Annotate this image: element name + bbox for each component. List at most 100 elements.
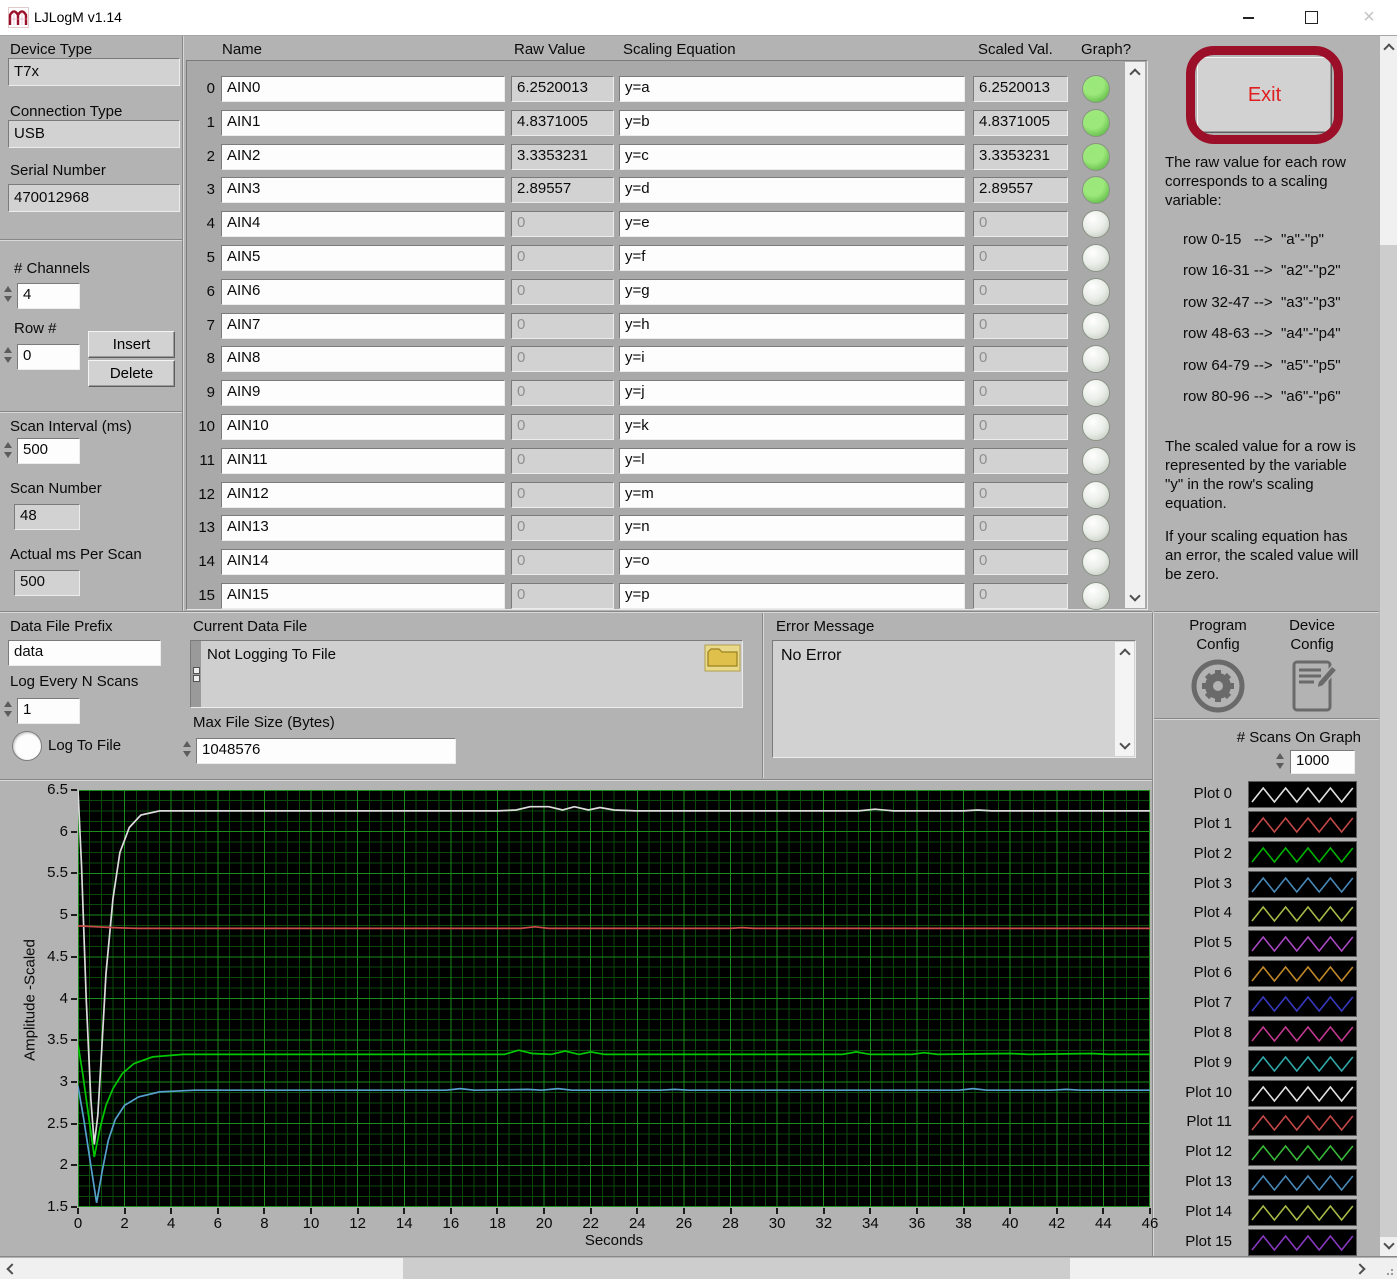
channel-name-input[interactable]: AIN13 (221, 515, 505, 541)
graph-toggle-led[interactable] (1082, 75, 1110, 103)
error-scroll-up[interactable] (1115, 645, 1134, 659)
graph-toggle-led[interactable] (1082, 582, 1110, 610)
scaling-equation-input[interactable]: y=l (619, 448, 965, 474)
folder-browse-button[interactable] (704, 644, 741, 672)
x-tick-label: 26 (664, 1215, 704, 1232)
scaling-equation-input[interactable]: y=m (619, 482, 965, 508)
y-tick-label: 6 (28, 823, 68, 840)
graph-toggle-led[interactable] (1082, 413, 1110, 441)
log-to-file-radio[interactable] (12, 731, 42, 761)
row-number-input[interactable]: 0 (17, 344, 80, 370)
channel-name-input[interactable]: AIN10 (221, 414, 505, 440)
raw-value: 4.8371005 (511, 110, 614, 136)
channel-name-input[interactable]: AIN2 (221, 144, 505, 170)
plot-legend-swatch (1248, 900, 1357, 927)
log-every-n-spinner[interactable] (2, 701, 14, 717)
graph-toggle-led[interactable] (1082, 278, 1110, 306)
channel-name-input[interactable]: AIN8 (221, 346, 505, 372)
channel-name-input[interactable]: AIN3 (221, 177, 505, 203)
scaling-equation-input[interactable]: y=g (619, 279, 965, 305)
channel-name-input[interactable]: AIN14 (221, 549, 505, 575)
channel-name-input[interactable]: AIN11 (221, 448, 505, 474)
window-scroll-down[interactable] (1380, 1239, 1397, 1253)
table-scroll-down[interactable] (1125, 590, 1145, 606)
scaling-equation-input[interactable]: y=j (619, 380, 965, 406)
scaling-equation-input[interactable]: y=h (619, 313, 965, 339)
channel-name-input[interactable]: AIN0 (221, 76, 505, 102)
insert-button[interactable]: Insert (88, 331, 175, 358)
data-file-prefix-input[interactable]: data (8, 640, 161, 666)
scaled-value: 0 (973, 448, 1068, 474)
channel-name-input[interactable]: AIN12 (221, 482, 505, 508)
scaling-equation-input[interactable]: y=c (619, 144, 965, 170)
window-vscroll-thumb[interactable] (1380, 245, 1397, 1237)
graph-toggle-led[interactable] (1082, 345, 1110, 373)
minimize-button[interactable] (1225, 0, 1271, 35)
x-tick-label: 36 (897, 1215, 937, 1232)
graph-toggle-led[interactable] (1082, 176, 1110, 204)
channel-name-input[interactable]: AIN15 (221, 583, 505, 609)
scans-on-graph-spinner[interactable] (1274, 753, 1286, 769)
scaling-equation-input[interactable]: y=o (619, 549, 965, 575)
channel-name-input[interactable]: AIN7 (221, 313, 505, 339)
channel-name-input[interactable]: AIN9 (221, 380, 505, 406)
device-config-document-icon[interactable] (1288, 656, 1340, 716)
window-scroll-right[interactable] (1354, 1258, 1370, 1279)
window-scroll-left[interactable] (2, 1258, 18, 1279)
max-file-size-spinner[interactable] (181, 741, 193, 757)
graph-toggle-led[interactable] (1082, 447, 1110, 475)
program-config-gear-icon[interactable] (1190, 658, 1246, 714)
channel-name-input[interactable]: AIN6 (221, 279, 505, 305)
close-button[interactable]: × (1346, 0, 1392, 35)
divider (1154, 718, 1379, 720)
table-scrollbar[interactable] (1125, 62, 1145, 608)
scaling-equation-input[interactable]: y=d (619, 177, 965, 203)
path-grab-handle[interactable] (191, 641, 201, 707)
window-scroll-up[interactable] (1380, 40, 1397, 54)
resize-grip[interactable] (1372, 1258, 1397, 1279)
divider (0, 1256, 1397, 1257)
error-scroll-down[interactable] (1115, 739, 1134, 753)
row-number-spinner[interactable] (2, 347, 14, 363)
channels-spinner[interactable] (2, 286, 14, 302)
maximize-button[interactable] (1288, 0, 1334, 35)
current-data-file-label: Current Data File (193, 617, 307, 636)
scaling-equation-input[interactable]: y=f (619, 245, 965, 271)
graph-toggle-led[interactable] (1082, 143, 1110, 171)
window-hscroll-thumb[interactable] (403, 1258, 1070, 1279)
log-every-n-input[interactable]: 1 (17, 698, 80, 724)
graph-toggle-led[interactable] (1082, 312, 1110, 340)
scaling-equation-input[interactable]: y=a (619, 76, 965, 102)
graph-toggle-led[interactable] (1082, 109, 1110, 137)
graph-toggle-led[interactable] (1082, 379, 1110, 407)
scaling-equation-input[interactable]: y=k (619, 414, 965, 440)
graph-toggle-led[interactable] (1082, 481, 1110, 509)
x-tick-label: 20 (524, 1215, 564, 1232)
y-tick-mark (71, 956, 77, 958)
y-tick-mark (71, 1081, 77, 1083)
channel-name-input[interactable]: AIN4 (221, 211, 505, 237)
channel-name-input[interactable]: AIN5 (221, 245, 505, 271)
scan-interval-spinner[interactable] (2, 442, 14, 458)
graph-toggle-led[interactable] (1082, 548, 1110, 576)
delete-button[interactable]: Delete (88, 360, 175, 387)
channels-input[interactable]: 4 (17, 283, 80, 309)
graph-toggle-led[interactable] (1082, 244, 1110, 272)
max-file-size-input[interactable]: 1048576 (196, 738, 456, 764)
scaling-equation-input[interactable]: y=p (619, 583, 965, 609)
scaling-equation-input[interactable]: y=n (619, 515, 965, 541)
graph-toggle-led[interactable] (1082, 514, 1110, 542)
scaling-equation-input[interactable]: y=b (619, 110, 965, 136)
graph-toggle-led[interactable] (1082, 210, 1110, 238)
channel-name-input[interactable]: AIN1 (221, 110, 505, 136)
x-tick-mark (217, 1208, 219, 1214)
scaling-equation-input[interactable]: y=i (619, 346, 965, 372)
scan-interval-input[interactable]: 500 (17, 438, 80, 464)
scans-on-graph-input[interactable]: 1000 (1290, 750, 1355, 774)
table-scroll-up[interactable] (1125, 64, 1145, 80)
scaling-equation-input[interactable]: y=e (619, 211, 965, 237)
window-horizontal-scrollbar[interactable] (0, 1258, 1372, 1279)
error-scrollbar[interactable] (1115, 642, 1134, 756)
window-vertical-scrollbar[interactable] (1380, 36, 1397, 1257)
scan-interval-label: Scan Interval (ms) (10, 417, 132, 436)
